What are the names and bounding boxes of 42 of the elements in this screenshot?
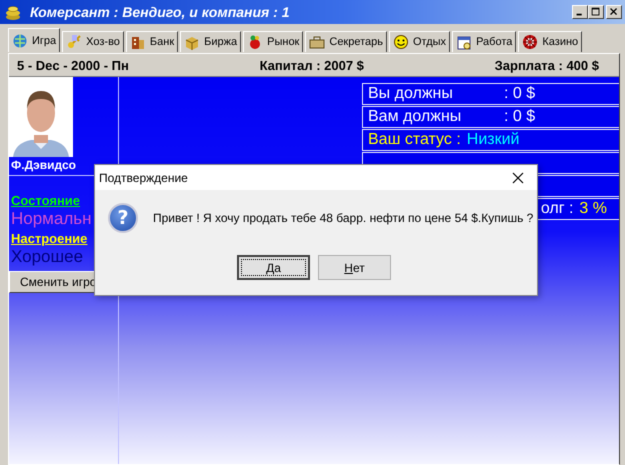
stat-value: 3 % (579, 200, 607, 218)
close-button[interactable] (606, 5, 622, 19)
condition-value: Нормальн (10, 209, 92, 229)
dialog-button[interactable]: Да (237, 255, 310, 280)
stat-label: Вы должны (368, 85, 454, 103)
tab[interactable]: Хоз-во (62, 31, 124, 52)
briefcase-icon (309, 34, 326, 50)
stat-value: : 0 $ (504, 85, 536, 103)
minimize-button[interactable] (572, 5, 588, 19)
building-icon (130, 34, 146, 50)
capital-label: Капитал : 2007 $ (260, 58, 364, 72)
tab[interactable]: Работа (452, 31, 516, 52)
condition-label: Состояние (10, 192, 82, 209)
tab[interactable]: Игра (8, 28, 60, 52)
mood-value: Хорошее (10, 247, 84, 267)
mood-label: Настроение (10, 230, 88, 247)
calendar-icon (456, 34, 472, 50)
tab[interactable]: Казино (518, 31, 582, 52)
date-label: 5 - Dec - 2000 - Пн (17, 58, 129, 72)
roulette-icon (522, 34, 538, 50)
window-title: Комерсант : Вендиго, и компания : 1 (30, 4, 291, 20)
dialog-button[interactable]: Нет (318, 255, 391, 280)
stat-value: : 0 $ (504, 108, 536, 126)
stat-label: олг : (540, 200, 574, 218)
tab[interactable]: Отдых (389, 31, 450, 52)
tab[interactable]: Рынок (243, 31, 304, 52)
close-icon[interactable] (511, 170, 525, 184)
tab[interactable]: Секретарь (305, 31, 387, 52)
coins-icon (4, 3, 22, 21)
salary-label: Зарплата : 400 $ (494, 58, 599, 72)
question-icon: ? (108, 203, 138, 233)
stat-label: Ваш статус : (368, 131, 461, 149)
key-icon (66, 34, 82, 50)
box-icon (184, 34, 200, 50)
dialog-message: Привет ! Я хочу продать тебе 48 барр. нефти по цене 54 $.Купишь ? (153, 211, 534, 225)
stat-value: Низкий (466, 131, 520, 149)
maximize-button[interactable] (588, 5, 604, 19)
tab[interactable]: Банк (126, 31, 178, 52)
stat-label: Вам должны (368, 108, 462, 126)
globe-icon (12, 32, 28, 48)
tab[interactable]: Биржа (180, 31, 242, 52)
smiley-icon (393, 34, 409, 50)
